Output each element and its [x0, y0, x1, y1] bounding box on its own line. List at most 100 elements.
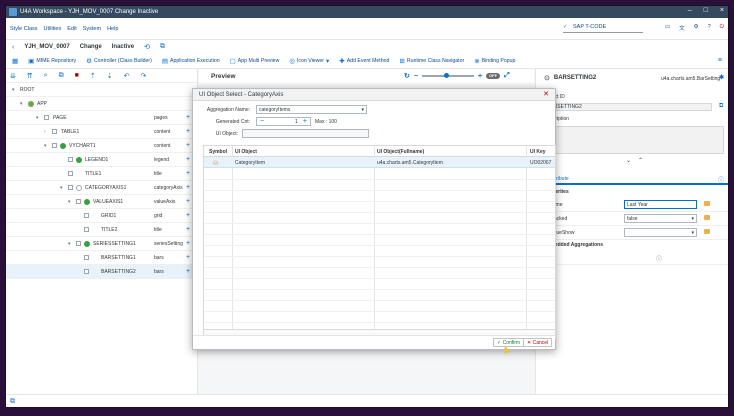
move-down-icon[interactable]: ⇣ — [107, 72, 113, 80]
add-child-icon[interactable]: + — [186, 226, 190, 233]
add-child-icon[interactable]: + — [186, 198, 190, 205]
add-child-icon[interactable]: + — [186, 142, 190, 149]
tcode-input[interactable]: SAP T-CODE — [563, 24, 643, 33]
checkbox[interactable] — [68, 185, 73, 190]
tree-row-valueaxis1[interactable]: ▾ VALUEAXIS1 valueAxis + — [6, 195, 198, 209]
zoom-out-icon[interactable]: − — [414, 73, 418, 80]
runtime-navigator-button[interactable]: ⊞ Runtime Class Navigator — [399, 57, 464, 65]
redo-icon[interactable]: ↷ — [141, 72, 147, 80]
checkbox[interactable] — [76, 199, 81, 204]
checkbox[interactable] — [44, 115, 49, 120]
tab-attribute[interactable]: Attribute — [536, 173, 728, 185]
tree-row-root[interactable]: ▾ ROOT — [6, 83, 198, 97]
add-child-icon[interactable]: + — [186, 240, 190, 247]
add-child-icon[interactable]: + — [186, 184, 190, 191]
chevron-down-icon[interactable]: ⌄ — [626, 157, 631, 164]
settings-icon[interactable]: ✱ — [719, 74, 724, 81]
binding-icon[interactable] — [704, 229, 710, 234]
decrement-icon[interactable]: − — [260, 118, 264, 125]
document-icon[interactable]: ⧉ — [10, 398, 15, 406]
icon-viewer-button[interactable]: ◎ Icon Viewer ▾ — [289, 57, 329, 65]
checkbox[interactable] — [84, 255, 89, 260]
table-row[interactable]: ⛁ CategoryItem u4a.charts.am5.CategoryIt… — [204, 157, 555, 168]
generated-cnt-stepper[interactable]: − 1 + — [256, 117, 311, 126]
refresh-icon[interactable]: ⟲ — [144, 43, 150, 51]
zoom-in-icon[interactable]: + — [478, 73, 482, 80]
menu-utilities[interactable]: Utilities — [44, 26, 62, 32]
checkbox[interactable] — [52, 143, 57, 148]
expand-icon[interactable]: ⇈ — [27, 72, 33, 80]
ui-object-input[interactable] — [242, 129, 369, 138]
tree-row-barsetting1[interactable]: BARSETTING1 bars + — [6, 251, 198, 265]
multi-preview-button[interactable]: ▢ App Multi Preview — [230, 57, 280, 65]
help-icon[interactable]: ? — [708, 24, 711, 32]
checkbox[interactable] — [84, 269, 89, 274]
checkbox[interactable] — [68, 157, 73, 162]
menu-edit[interactable]: Edit — [67, 26, 76, 32]
add-child-icon[interactable]: + — [186, 170, 190, 177]
valueshow-select[interactable]: ▾ — [624, 228, 697, 237]
add-child-icon[interactable]: + — [186, 254, 190, 261]
logout-icon[interactable]: ⏻ — [720, 24, 724, 32]
menu-help[interactable]: Help — [107, 26, 118, 32]
checkbox[interactable] — [76, 241, 81, 246]
translate-icon[interactable]: 文 — [679, 24, 685, 32]
confirm-button[interactable]: ✓ Confirm — [493, 338, 525, 347]
tree-row-title2[interactable]: TITLE2 title + — [6, 223, 198, 237]
back-icon[interactable]: ‹ — [12, 44, 14, 51]
menu-system[interactable]: System — [83, 26, 101, 32]
info-icon[interactable]: ⓘ — [656, 254, 662, 263]
tree-row-categoryaxis1[interactable]: ▾ CATEGORYAXIS1 categoryAxis + — [6, 181, 198, 195]
tree-row-barsetting2[interactable]: BARSETTING2 bars + — [6, 265, 198, 279]
delete-icon[interactable]: ■ — [75, 72, 79, 79]
search-icon[interactable]: ⌕ — [44, 72, 48, 80]
tree-row-vychart1[interactable]: ▾ VYCHART1 content + — [6, 139, 198, 153]
tree-row-grid1[interactable]: GRID1 grid + — [6, 209, 198, 223]
move-up-icon[interactable]: ⇡ — [90, 72, 96, 80]
close-icon[interactable]: × — [720, 7, 724, 14]
stacked-select[interactable]: false ▾ — [624, 214, 697, 223]
minimize-icon[interactable]: – — [688, 7, 692, 14]
info-icon[interactable]: ⓘ — [718, 175, 724, 184]
tree-row-legend1[interactable]: LEGEND1 legend + — [6, 153, 198, 167]
add-child-icon[interactable]: + — [186, 156, 190, 163]
reset-zoom-icon[interactable]: ↻ — [404, 72, 410, 80]
undo-icon[interactable]: ↶ — [124, 72, 130, 80]
tree-row-title1[interactable]: TITLE1 title + — [6, 167, 198, 181]
increment-icon[interactable]: + — [303, 118, 307, 126]
checkbox[interactable] — [84, 227, 89, 232]
app-execution-button[interactable]: ▤ Application Execution — [162, 57, 220, 65]
checkbox[interactable] — [52, 129, 57, 134]
chevron-up-icon[interactable]: ⌃ — [638, 157, 643, 164]
zoom-slider[interactable] — [421, 73, 474, 78]
tree-row-page[interactable]: ▾ PAGE pages + — [6, 111, 198, 125]
binding-icon[interactable] — [704, 215, 710, 220]
cancel-button[interactable]: ✕ Cancel — [523, 338, 553, 347]
add-child-icon[interactable]: + — [186, 212, 190, 219]
tree-row-app[interactable]: ▾ APP — [6, 97, 198, 111]
share-icon[interactable]: ⧉ — [160, 43, 165, 51]
copy-icon[interactable]: ⧉ — [719, 103, 723, 110]
checkbox[interactable] — [68, 171, 73, 176]
maximize-icon[interactable]: □ — [704, 7, 708, 14]
preview-toggle[interactable]: OFF — [486, 73, 501, 79]
checkbox[interactable] — [84, 213, 89, 218]
layout-button[interactable]: ▦ — [12, 57, 18, 65]
fullscreen-icon[interactable]: ⤢ — [504, 72, 510, 80]
tree-row-table1[interactable]: › TABLE1 content + — [6, 125, 198, 139]
mime-repository-button[interactable]: ▣ MIME Repository — [28, 57, 76, 65]
binding-icon[interactable] — [704, 201, 710, 206]
copy-icon[interactable]: ⧉ — [59, 72, 64, 80]
menu-style-class[interactable]: Style Class — [10, 26, 38, 32]
collapse-icon[interactable]: ⇊ — [10, 72, 16, 80]
description-field[interactable] — [544, 126, 724, 154]
binding-popup-button[interactable]: ⊗ Binding Popup — [474, 57, 515, 65]
monitor-icon[interactable]: ▭ — [665, 24, 670, 32]
add-child-icon[interactable]: + — [186, 268, 190, 275]
controller-button[interactable]: ⚙ Controller (Class Builder) — [86, 57, 152, 65]
menu-icon[interactable]: ≡ — [718, 57, 722, 64]
close-icon[interactable]: ✕ — [542, 91, 550, 99]
settings-icon[interactable]: ⚙ — [694, 24, 699, 32]
object-id-field[interactable]: BARSETTING2 — [544, 103, 712, 111]
tree-row-seriessetting1[interactable]: ▾ SERIESSETTING1 seriesSetting + — [6, 237, 198, 251]
